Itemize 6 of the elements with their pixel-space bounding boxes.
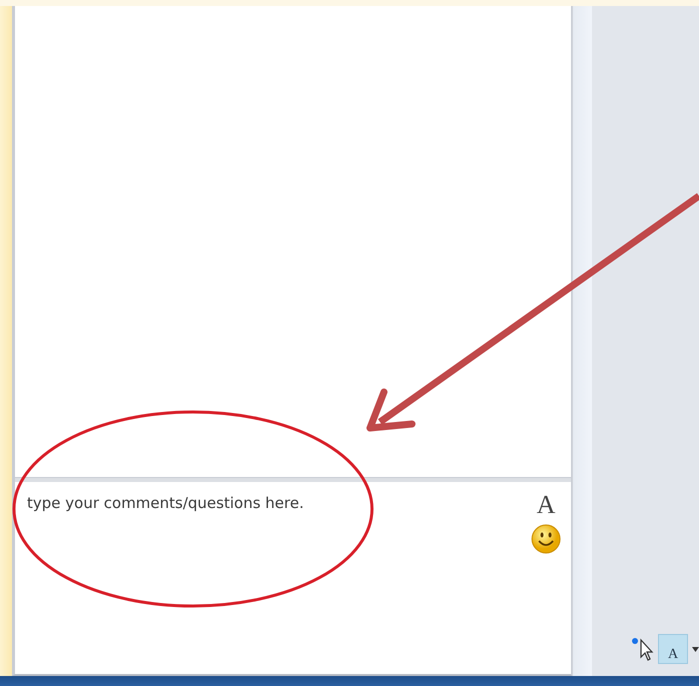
message-input[interactable]: type your comments/questions here. <box>15 482 523 674</box>
text-highlight-button[interactable]: A <box>658 634 688 664</box>
smiley-icon[interactable] <box>531 524 561 554</box>
caret-icon[interactable] <box>692 646 699 652</box>
pointer-icon[interactable] <box>632 637 654 661</box>
font-button[interactable]: A <box>536 492 556 518</box>
